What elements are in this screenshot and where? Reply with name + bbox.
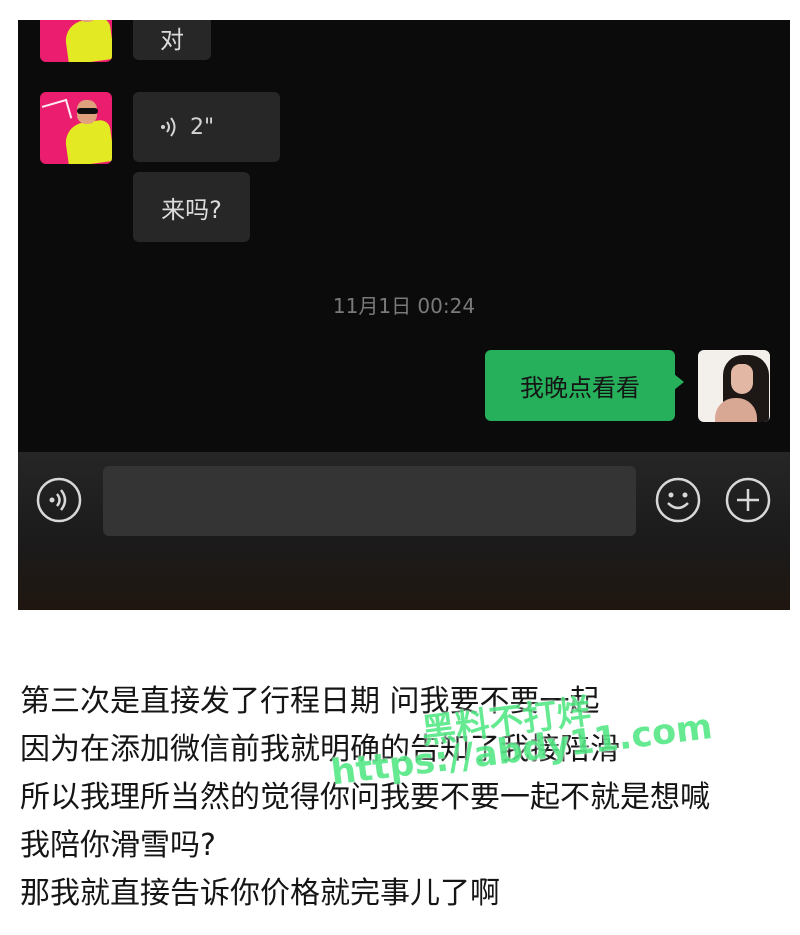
caption-line: 第三次是直接发了行程日期 问我要不要一起 — [20, 684, 600, 719]
avatar-art — [63, 119, 112, 164]
more-button[interactable] — [724, 476, 772, 524]
message-text: 对 — [160, 25, 184, 54]
caption-line: 因为在添加微信前我就明确的告知了我接陪滑 — [20, 732, 620, 767]
caption-line: 所以我理所当然的觉得你问我要不要一起不就是想喊 — [20, 780, 710, 815]
voice-duration: 2" — [190, 114, 215, 140]
chat-message-area: 对 2" 来吗? 11月1日 00:24 我晚点看看 — [18, 20, 790, 452]
chat-screenshot: 对 2" 来吗? 11月1日 00:24 我晚点看看 — [18, 20, 790, 610]
message-input[interactable] — [103, 466, 636, 536]
message-bubble[interactable]: 我晚点看看 — [485, 350, 684, 421]
voice-input-icon — [36, 477, 82, 523]
user-avatar[interactable] — [698, 350, 770, 422]
contact-avatar[interactable] — [40, 92, 112, 164]
voice-message-bubble[interactable]: 2" — [133, 92, 280, 162]
caption-text: 第三次是直接发了行程日期 问我要不要一起 因为在添加微信前我就明确的告知了我接陪… — [20, 678, 780, 918]
caption-line: 那我就直接告诉你价格就完事儿了啊 — [20, 876, 500, 911]
emoji-icon — [655, 477, 701, 523]
avatar-art — [41, 20, 73, 24]
voice-input-button[interactable] — [35, 476, 83, 524]
avatar-art — [41, 98, 73, 126]
plus-icon — [725, 477, 771, 523]
message-bubble[interactable]: 来吗? — [133, 172, 250, 242]
contact-avatar[interactable] — [40, 20, 112, 62]
avatar-art — [63, 20, 112, 62]
caption-line: 我陪你滑雪吗? — [20, 828, 216, 863]
timestamp: 11月1日 00:24 — [332, 294, 476, 318]
avatar-art — [731, 364, 753, 394]
message-text: 来吗? — [161, 195, 222, 224]
avatar-art — [77, 108, 98, 114]
voice-wave-icon — [161, 117, 176, 137]
emoji-button[interactable] — [654, 476, 702, 524]
message-text: 我晚点看看 — [520, 374, 640, 402]
message-bubble[interactable]: 对 — [133, 20, 211, 60]
message-input-bar — [18, 452, 790, 610]
